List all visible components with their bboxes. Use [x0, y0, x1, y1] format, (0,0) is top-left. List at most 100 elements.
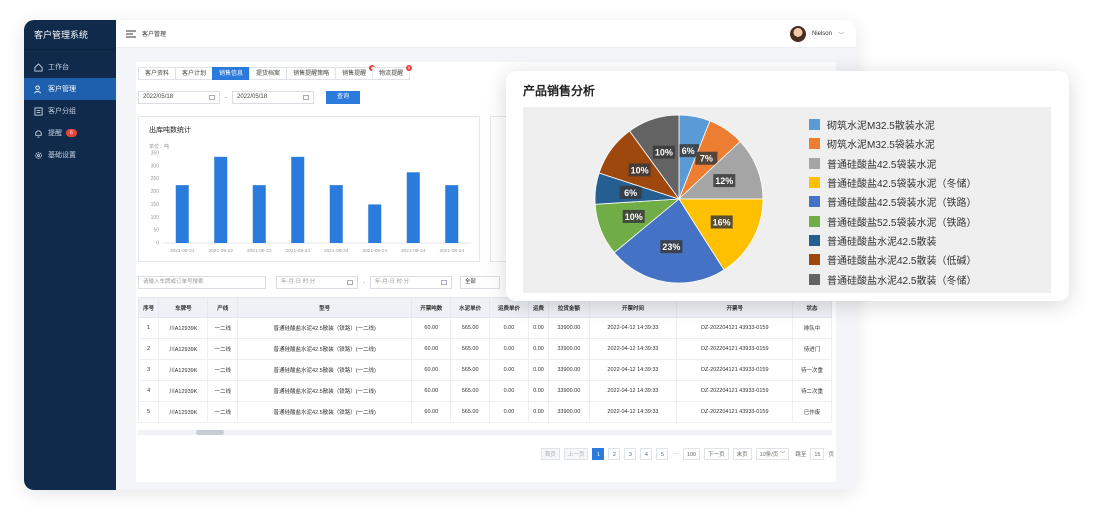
tab-label: 客户计划	[182, 71, 207, 77]
tab-4[interactable]: 销售提醒策略	[286, 67, 337, 80]
sidebar: 客户管理系统 工作台 客户管理 客户分组 提醒 6 基础设置	[24, 20, 116, 490]
legend-label: 普通硅酸盐水泥42.5散装	[827, 236, 937, 248]
date-to-input[interactable]: 2022/05/18	[232, 91, 314, 104]
scrollbar-thumb[interactable]	[196, 430, 224, 435]
bar	[406, 172, 420, 243]
page-number-button[interactable]: 4	[640, 448, 653, 460]
calendar-icon	[440, 280, 447, 285]
table-cell: 60.00	[411, 401, 452, 423]
next-page-button[interactable]: 下一页	[704, 448, 729, 460]
table-row[interactable]: 1 川A12939K 一二线 普通硅酸盐水泥42.5散装（铁路）(一二线) 60.00 5…	[137, 317, 832, 339]
table-cell: 565.00	[450, 338, 491, 360]
query-button[interactable]: 查询	[326, 91, 360, 104]
tab-6[interactable]: 物流提醒 8	[372, 65, 413, 80]
table-row[interactable]: 4 川A12939K 一二线 普通硅酸盐水泥42.5散装（铁路）(一二线) 60.00 5…	[137, 380, 832, 402]
pie-data-label: 7%	[700, 154, 713, 164]
table-cell: 一二线	[207, 317, 238, 339]
goto-label: 跳至	[795, 452, 807, 458]
table-cell: 33900.00	[548, 359, 590, 381]
sidebar-item-workbench[interactable]: 工作台	[24, 56, 116, 78]
pie-data-label: 12%	[715, 176, 733, 186]
pie-chart-title: 产品销售分析	[523, 84, 596, 98]
menu-toggle-icon[interactable]	[126, 30, 136, 38]
table-cell: 0.00	[527, 380, 550, 402]
date-to-value: 2022/05/18	[237, 94, 268, 100]
tab-3[interactable]: 提货档案	[249, 67, 288, 80]
pie-data-label: 10%	[631, 165, 649, 175]
bar	[175, 185, 189, 243]
status-select[interactable]: 全部	[459, 276, 500, 289]
table-cell: 0.00	[489, 338, 529, 360]
x-tick-label: 2021-09-23	[247, 248, 272, 254]
y-tick-label: 50	[153, 228, 159, 234]
last-page-number[interactable]: 100	[682, 448, 701, 460]
y-tick-label: 250	[151, 176, 160, 182]
table-cell: DZ-202204121 43933-0159	[676, 401, 794, 423]
legend-label: 普通硅酸盐42.5袋装水泥（冬储）	[827, 179, 977, 191]
table-cell: 4	[137, 380, 160, 402]
pie-data-label: 16%	[713, 217, 731, 227]
bar-chart: 单位：吨 0 50 100 150 200 250 300 350 2021-09-21 2021…	[149, 143, 471, 254]
legend-item: 普通硅酸盐水泥42.5散装（低碱）	[809, 250, 976, 269]
end-time-input[interactable]: 年-月-日 时:分	[369, 276, 452, 289]
date-from-input[interactable]: 2022/05/18	[138, 91, 220, 104]
table-cell: 60.00	[411, 317, 452, 339]
table-row[interactable]: 3 川A12939K 一二线 普通硅酸盐水泥42.5散装（铁路）(一二线) 60.00 5…	[137, 359, 832, 381]
x-tick-label: 2021-09-24	[439, 248, 464, 254]
page-number-button[interactable]: 3	[624, 448, 637, 460]
table-cell: 普通硅酸盐水泥42.5散装（铁路）(一二线)	[236, 317, 413, 339]
y-tick-label: 0	[156, 241, 159, 247]
tab-label: 销售信息	[219, 71, 244, 77]
page-number-button[interactable]: 1	[592, 448, 605, 460]
plate-search-input[interactable]: 请输入车牌或订单号搜索	[138, 276, 266, 289]
bar	[291, 156, 305, 243]
horizontal-scrollbar[interactable]	[138, 430, 832, 435]
calendar-icon	[347, 280, 353, 285]
sidebar-item-reminder[interactable]: 提醒 6	[24, 122, 116, 144]
table-cell: 川A12939K	[158, 317, 209, 339]
app-brand: 客户管理系统	[24, 20, 116, 50]
user-name: Nielson	[811, 31, 832, 37]
table-cell: 已作废	[792, 401, 832, 423]
table-cell: 565.00	[450, 380, 491, 402]
x-tick-label: 2021-09-24	[401, 248, 426, 254]
bell-icon	[35, 129, 42, 138]
table-row[interactable]: 5 川A12939K 一二线 普通硅酸盐水泥42.5散装（铁路）(一二线) 60.00 5…	[137, 401, 832, 423]
tab-bar: 客户资料客户计划 销售信息提货档案销售提醒策略销售提醒8物流提醒8	[138, 65, 413, 80]
user-menu[interactable]: Nielson ﹀	[789, 26, 844, 42]
sidebar-item-label: 基础设置	[48, 152, 76, 159]
page-size-select[interactable]: 10条/页 ﹀	[755, 448, 790, 460]
pager-ellipsis: ···	[673, 451, 679, 457]
unit-label: 单位：吨	[149, 143, 169, 150]
tab-5[interactable]: 销售提醒8	[335, 65, 376, 80]
page-number-button[interactable]: 5	[656, 448, 669, 460]
legend-swatch	[809, 119, 820, 131]
tab-2[interactable]: 销售信息	[212, 67, 251, 80]
table-cell: 0.00	[527, 359, 550, 381]
end-page-button[interactable]: 末页	[732, 448, 752, 460]
legend-label: 砌筑水泥M32.5袋装水泥	[827, 140, 935, 152]
table-cell: 普通硅酸盐水泥42.5散装（铁路）(一二线)	[236, 380, 413, 402]
sidebar-item-customer-management[interactable]: 客户管理	[24, 78, 116, 100]
table-row[interactable]: 2 川A12939K 一二线 普通硅酸盐水泥42.5散装（铁路）(一二线) 60.00 5…	[137, 338, 832, 360]
table-cell: 2022-04-12 14:39:33	[588, 338, 678, 360]
prev-page-button[interactable]: 上一页	[563, 448, 589, 460]
legend-item: 普通硅酸盐42.5袋装水泥	[809, 154, 976, 173]
table-cell: 川A12939K	[158, 338, 209, 360]
page-numbers: 12345	[588, 448, 669, 460]
tab-0[interactable]: 客户资料	[138, 67, 177, 80]
legend-item: 普通硅酸盐42.5袋装水泥（铁路）	[809, 192, 976, 211]
goto-input[interactable]: 15	[810, 448, 825, 460]
sidebar-menu: 工作台 客户管理 客户分组 提醒 6 基础设置	[24, 56, 116, 166]
legend-item: 普通硅酸盐水泥42.5散装	[809, 231, 976, 250]
sidebar-item-customer-group[interactable]: 客户分组	[24, 100, 116, 122]
table-cell: 2022-04-12 14:39:33	[588, 359, 678, 381]
table-cell: 普通硅酸盐水泥42.5散装（铁路）(一二线)	[236, 338, 413, 360]
table-cell: 2022-04-12 14:39:33	[588, 380, 678, 402]
legend-item: 砌筑水泥M32.5散装水泥	[809, 115, 976, 134]
page-number-button[interactable]: 2	[608, 448, 621, 460]
tab-1[interactable]: 客户计划	[175, 67, 214, 80]
first-page-button[interactable]: 首页	[540, 448, 560, 460]
start-time-input[interactable]: 年-月-日 时:分	[276, 276, 358, 289]
sidebar-item-settings[interactable]: 基础设置	[24, 144, 116, 166]
